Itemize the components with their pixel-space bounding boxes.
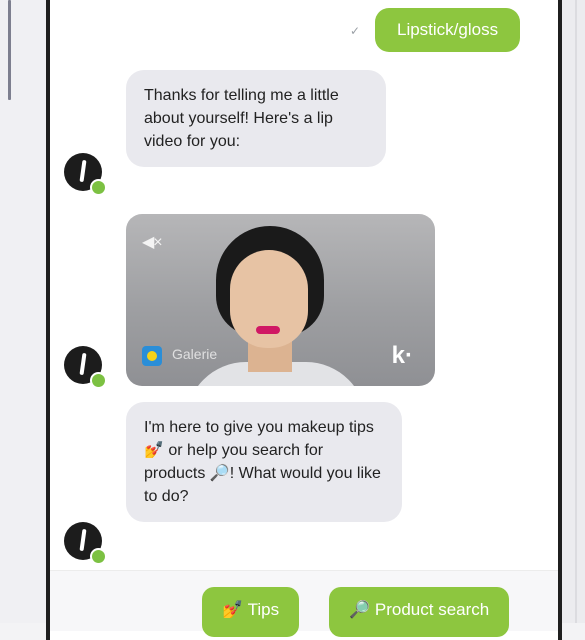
speaker-muted-icon[interactable]: ◀× — [142, 232, 163, 252]
online-status-badge — [90, 179, 107, 196]
video-thumbnail-lips — [256, 326, 280, 334]
bot-avatar — [64, 153, 107, 196]
online-status-badge — [90, 548, 107, 565]
brand-logo-icon: k· — [391, 342, 413, 369]
read-receipt-icon: ✓ — [350, 24, 361, 38]
video-channel-name: Galerie — [172, 346, 218, 362]
user-message-bubble: Lipstick/gloss — [375, 8, 521, 52]
bot-avatar — [64, 522, 107, 565]
background-accent-line — [8, 0, 11, 100]
chat-window: ✓ Lipstick/gloss Thanks for telling me a… — [46, 0, 562, 640]
channel-logo-icon — [142, 346, 162, 366]
video-card[interactable]: ◀× Galerie k· — [126, 214, 435, 386]
background-right-panel — [561, 0, 585, 623]
bot-message-bubble: Thanks for telling me a little about you… — [126, 70, 386, 167]
brush-icon — [79, 159, 87, 183]
brush-icon — [79, 528, 87, 552]
scroll-track — [575, 0, 577, 623]
bot-message-bubble: I'm here to give you makeup tips 💅 or he… — [126, 402, 402, 522]
bot-avatar — [64, 346, 107, 389]
product-search-quick-reply-button[interactable]: 🔎 Product search — [329, 587, 510, 637]
brush-icon — [79, 352, 87, 376]
tips-quick-reply-button[interactable]: 💅 Tips — [202, 587, 300, 637]
online-status-badge — [90, 372, 107, 389]
